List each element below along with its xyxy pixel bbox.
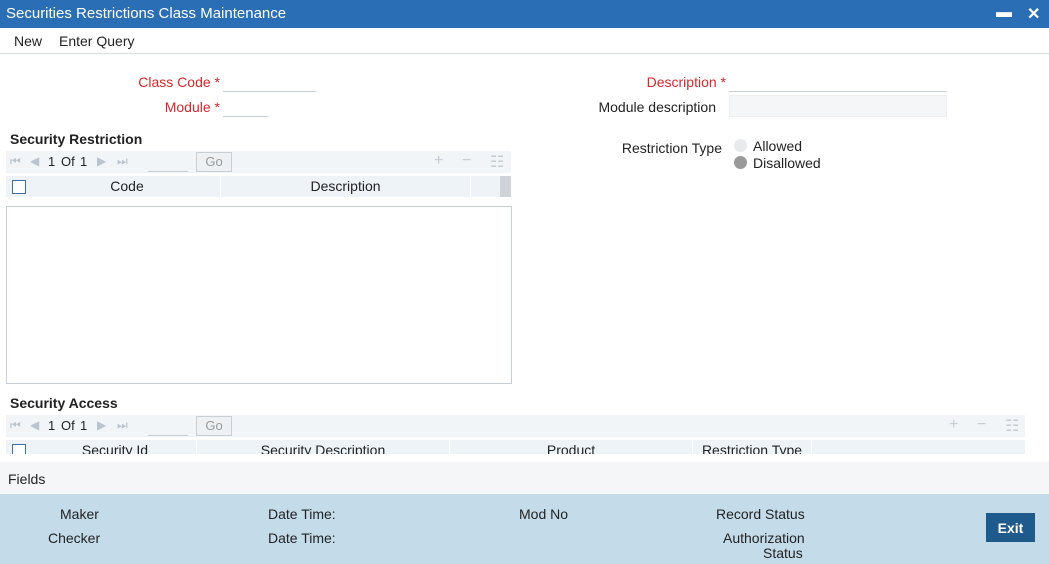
fields-bar: Fields — [0, 462, 1049, 494]
col-description[interactable]: Description — [221, 176, 471, 197]
module-label-text: Module — [164, 99, 211, 115]
security-access-header: Security Id Security Description Product… — [6, 440, 1025, 454]
col-restriction-type[interactable]: Restriction Type — [693, 440, 812, 454]
next-page-icon[interactable]: ▶ — [97, 418, 106, 432]
disallowed-radio[interactable] — [734, 156, 747, 169]
page-total: 1 — [80, 418, 88, 433]
allowed-label: Allowed — [753, 138, 803, 154]
restriction-type-label: Restriction Type — [621, 140, 722, 156]
close-icon[interactable]: ✕ — [1027, 4, 1040, 24]
security-access-toolbar: ⏮ ◀ 1 Of 1 ▶ ⏭ Go + − ☷ — [6, 415, 1025, 437]
prev-page-icon[interactable]: ◀ — [30, 154, 39, 168]
checker-label: Checker — [48, 530, 101, 546]
page-number-input[interactable] — [148, 416, 188, 436]
minimize-icon[interactable]: ▬ — [996, 4, 1012, 22]
required-mark: * — [214, 99, 220, 115]
allowed-radio[interactable] — [734, 139, 747, 152]
prev-page-icon[interactable]: ◀ — [30, 418, 39, 432]
title-bar: Securities Restrictions Class Maintenanc… — [0, 0, 1049, 28]
maker-label: Maker — [60, 506, 99, 522]
page-current: 1 — [48, 418, 56, 433]
disallowed-label: Disallowed — [753, 155, 821, 171]
new-menu-item[interactable]: New — [14, 33, 42, 49]
description-label: Description * — [560, 74, 726, 90]
select-all-checkbox[interactable] — [12, 444, 26, 454]
columns-icon[interactable]: ☷ — [490, 152, 504, 172]
class-code-label: Class Code * — [100, 74, 220, 90]
checker-date-time-label: Date Time: — [268, 530, 336, 546]
security-restriction-toolbar: ⏮ ◀ 1 Of 1 ▶ ⏭ Go + − ☷ — [6, 151, 511, 173]
security-restriction-grid-body — [6, 206, 512, 384]
class-code-label-text: Class Code — [138, 74, 211, 90]
page-total: 1 — [80, 154, 88, 169]
add-row-icon[interactable]: + — [949, 416, 958, 434]
next-page-icon[interactable]: ▶ — [97, 154, 106, 168]
record-status-label: Record Status — [716, 506, 805, 522]
last-page-icon[interactable]: ⏭ — [117, 154, 128, 169]
module-input[interactable] — [223, 97, 268, 117]
class-code-input[interactable] — [223, 72, 316, 92]
security-restriction-header: Code Description — [6, 176, 511, 197]
col-security-description[interactable]: Security Description — [197, 440, 450, 454]
fields-label[interactable]: Fields — [8, 471, 45, 487]
page-of: Of — [61, 418, 75, 433]
authorization-status-label: Status — [763, 545, 803, 561]
header-scroll-stub — [500, 176, 511, 197]
go-button[interactable]: Go — [196, 416, 232, 436]
security-access-title: Security Access — [10, 395, 118, 411]
page-number-input[interactable] — [148, 152, 188, 172]
module-label: Module * — [100, 99, 220, 115]
columns-icon[interactable]: ☷ — [1005, 416, 1019, 436]
maker-date-time-label: Date Time: — [268, 506, 336, 522]
enter-query-menu-item[interactable]: Enter Query — [59, 33, 134, 49]
page-of: Of — [61, 154, 75, 169]
first-page-icon[interactable]: ⏮ — [10, 418, 21, 433]
security-restriction-title: Security Restriction — [10, 131, 143, 147]
first-page-icon[interactable]: ⏮ — [10, 154, 21, 169]
col-product[interactable]: Product — [450, 440, 693, 454]
menu-bar: New Enter Query — [0, 28, 1049, 54]
description-input[interactable] — [729, 72, 947, 92]
col-code[interactable]: Code — [34, 176, 221, 197]
required-mark: * — [214, 74, 220, 90]
mod-no-label: Mod No — [519, 506, 569, 522]
page-current: 1 — [48, 154, 56, 169]
col-security-id[interactable]: Security Id — [34, 440, 197, 454]
go-button[interactable]: Go — [196, 152, 232, 172]
remove-row-icon[interactable]: − — [977, 416, 986, 434]
description-label-text: Description — [646, 74, 717, 90]
audit-footer — [0, 494, 1049, 564]
module-description-label: Module description — [598, 99, 716, 115]
module-description-field — [729, 95, 947, 117]
last-page-icon[interactable]: ⏭ — [117, 418, 128, 433]
remove-row-icon[interactable]: − — [462, 152, 471, 170]
add-row-icon[interactable]: + — [434, 152, 443, 170]
exit-button[interactable]: Exit — [986, 513, 1035, 542]
authorization-label: Authorization — [723, 530, 805, 546]
required-mark: * — [720, 74, 726, 90]
window-title: Securities Restrictions Class Maintenanc… — [6, 5, 287, 22]
select-all-checkbox[interactable] — [12, 180, 26, 194]
